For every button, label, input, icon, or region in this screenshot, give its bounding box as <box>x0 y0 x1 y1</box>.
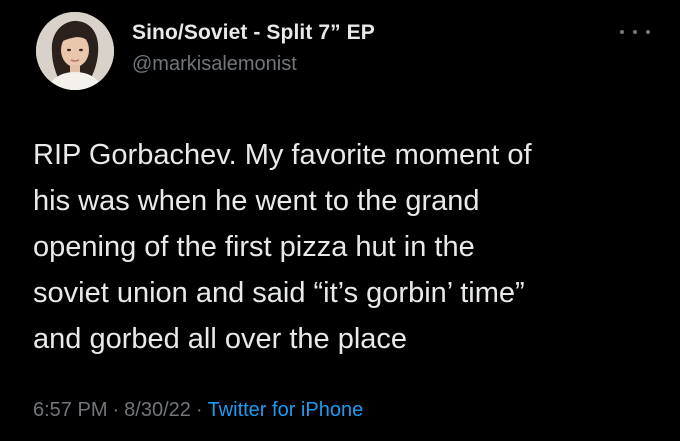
meta-separator: · <box>112 399 120 421</box>
tweet-text: RIP Gorbachev. My favorite moment of his… <box>33 139 532 355</box>
tweet: Sino/Soviet - Split 7” EP @markisalemoni… <box>0 0 680 441</box>
dot <box>633 30 637 34</box>
avatar[interactable] <box>36 12 114 90</box>
dot <box>620 30 624 34</box>
profile-photo <box>36 12 114 90</box>
user-handle[interactable]: @markisalemonist <box>132 53 297 76</box>
tweet-date[interactable]: 8/30/22 <box>124 399 191 421</box>
ellipsis-icon[interactable] <box>620 24 650 40</box>
dot <box>646 30 650 34</box>
meta-separator: · <box>195 399 203 421</box>
tweet-time[interactable]: 6:57 PM <box>33 399 107 421</box>
tweet-client-link[interactable]: Twitter for iPhone <box>208 399 364 421</box>
tweet-metadata: 6:57 PM · 8/30/22 · Twitter for iPhone <box>33 399 363 422</box>
display-name[interactable]: Sino/Soviet - Split 7” EP <box>132 21 375 45</box>
